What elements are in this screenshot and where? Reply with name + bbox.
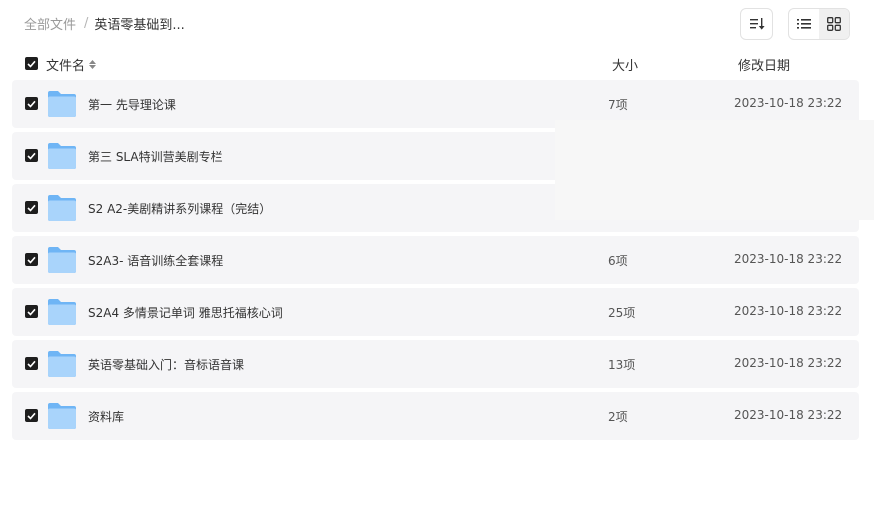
- top-bar: 全部文件 / 英语零基础到...: [0, 0, 874, 48]
- list-view-button[interactable]: [789, 9, 819, 39]
- file-date: 2023-10-18 23:22: [734, 96, 843, 110]
- table-row[interactable]: S2A3- 语音训练全套课程 6项 2023-10-18 23:22: [12, 236, 859, 284]
- file-date: 2023-10-18 23:22: [734, 408, 843, 422]
- file-size: 13项: [608, 358, 636, 372]
- file-name[interactable]: 第三 SLA特训营美剧专栏: [88, 148, 223, 165]
- file-name[interactable]: 第一 先导理论课: [88, 96, 176, 113]
- check-icon: [27, 308, 36, 316]
- view-toggle: [788, 8, 850, 40]
- row-checkbox[interactable]: [25, 201, 38, 214]
- column-header-size[interactable]: 大小: [612, 55, 638, 74]
- breadcrumb-current: 英语零基础到...: [94, 18, 185, 33]
- check-icon: [27, 152, 36, 160]
- check-icon: [27, 360, 36, 368]
- folder-icon: [48, 403, 76, 429]
- file-name[interactable]: 英语零基础入门：音标语音课: [88, 356, 244, 373]
- file-date: 2023-10-18 23:22: [734, 304, 843, 318]
- file-name[interactable]: 资料库: [88, 408, 124, 425]
- table-row[interactable]: 英语零基础入门：音标语音课 13项 2023-10-18 23:22: [12, 340, 859, 388]
- folder-icon: [48, 195, 76, 221]
- sort-arrows-icon: [89, 60, 97, 69]
- file-name[interactable]: S2A3- 语音训练全套课程: [88, 252, 223, 269]
- check-icon: [27, 100, 36, 108]
- overlay-panel: [555, 120, 874, 220]
- breadcrumb: 全部文件 / 英语零基础到...: [24, 14, 185, 33]
- row-checkbox[interactable]: [25, 409, 38, 422]
- file-size: 25项: [608, 306, 636, 320]
- file-size: 7项: [608, 98, 628, 112]
- select-all-checkbox[interactable]: [25, 57, 38, 70]
- table-row[interactable]: 资料库 2项 2023-10-18 23:22: [12, 392, 859, 440]
- breadcrumb-root-link[interactable]: 全部文件: [24, 14, 76, 33]
- check-icon: [27, 412, 36, 420]
- file-name[interactable]: S2A4 多情景记单词 雅思托福核心词: [88, 304, 283, 321]
- table-row[interactable]: S2A4 多情景记单词 雅思托福核心词 25项 2023-10-18 23:22: [12, 288, 859, 336]
- column-header-name-label: 文件名: [46, 59, 86, 74]
- row-checkbox[interactable]: [25, 357, 38, 370]
- grid-view-button[interactable]: [819, 9, 849, 39]
- row-checkbox[interactable]: [25, 97, 38, 110]
- check-icon: [27, 60, 36, 68]
- folder-icon: [48, 247, 76, 273]
- row-checkbox[interactable]: [25, 253, 38, 266]
- folder-icon: [48, 143, 76, 169]
- sort-button[interactable]: [740, 8, 773, 40]
- folder-icon: [48, 351, 76, 377]
- file-size: 2项: [608, 410, 628, 424]
- folder-icon: [48, 91, 76, 117]
- file-date: 2023-10-18 23:22: [734, 252, 843, 266]
- row-checkbox[interactable]: [25, 305, 38, 318]
- file-size: 6项: [608, 254, 628, 268]
- row-checkbox[interactable]: [25, 149, 38, 162]
- folder-icon: [48, 299, 76, 325]
- grid-view-icon: [827, 17, 841, 31]
- breadcrumb-separator: /: [84, 16, 89, 31]
- table-header: 文件名 大小 修改日期: [12, 52, 859, 76]
- check-icon: [27, 204, 36, 212]
- column-header-date[interactable]: 修改日期: [738, 55, 790, 74]
- file-name[interactable]: S2 A2-美剧精讲系列课程（完结）: [88, 200, 271, 217]
- check-icon: [27, 256, 36, 264]
- column-header-name[interactable]: 文件名: [46, 55, 97, 74]
- sort-icon: [749, 18, 765, 30]
- list-view-icon: [797, 19, 811, 29]
- file-date: 2023-10-18 23:22: [734, 356, 843, 370]
